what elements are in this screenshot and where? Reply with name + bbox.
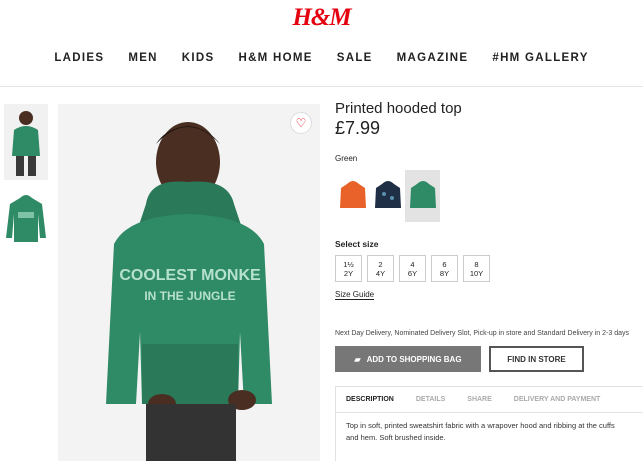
select-size-label: Select size	[335, 239, 379, 249]
swatch-orange[interactable]	[335, 170, 370, 222]
product-title: Printed hooded top	[335, 100, 462, 117]
thumbnail-product[interactable]	[4, 192, 48, 252]
product-price: £7.99	[335, 118, 381, 138]
nav-ladies[interactable]: LADIES	[54, 52, 104, 64]
size-guide-link[interactable]: Size Guide	[335, 290, 375, 300]
tab-description[interactable]: DESCRIPTION	[346, 396, 394, 403]
color-swatches	[335, 170, 440, 222]
product-info: Printed hooded top £7.99	[335, 100, 643, 139]
hoodie-print-line1: COOLEST MONKE	[119, 267, 261, 284]
delivery-info: Next Day Delivery, Nominated Delivery Sl…	[335, 330, 629, 337]
swatch-green[interactable]	[405, 170, 440, 222]
header-divider	[0, 86, 643, 87]
nav-magazine[interactable]: MAGAZINE	[397, 52, 469, 64]
tab-details[interactable]: DETAILS	[416, 396, 445, 403]
product-description: Top in soft, printed sweatshirt fabric w…	[346, 421, 615, 442]
size-options: 1½ 2Y 2 4Y 4 6Y 6 8Y 8 10Y	[335, 255, 495, 282]
nav-sale[interactable]: SALE	[337, 52, 373, 64]
thumbnail-model[interactable]	[4, 104, 48, 180]
add-to-bag-button[interactable]: ▰ ADD TO SHOPPING BAG	[335, 346, 481, 372]
favourite-heart-icon[interactable]: ♡	[290, 112, 312, 134]
size-option[interactable]: 2 4Y	[367, 255, 394, 282]
product-tabs: DESCRIPTION DETAILS SHARE DELIVERY AND P…	[335, 386, 643, 461]
shopping-bag-icon: ▰	[354, 354, 361, 364]
size-option[interactable]: 6 8Y	[431, 255, 458, 282]
selected-color-label: Green	[335, 154, 358, 163]
nav-hm-gallery[interactable]: #HM GALLERY	[492, 52, 588, 64]
hoodie-print-line2: IN THE JUNGLE	[144, 289, 235, 303]
product-photo: COOLEST MONKE IN THE JUNGLE ♡	[58, 104, 320, 461]
main-nav: LADIES MEN KIDS H&M HOME SALE MAGAZINE #…	[0, 52, 643, 64]
hm-logo[interactable]: H&M	[0, 4, 643, 32]
nav-men[interactable]: MEN	[128, 52, 157, 64]
tab-delivery-payment[interactable]: DELIVERY AND PAYMENT	[514, 396, 600, 403]
swatch-navy[interactable]	[370, 170, 405, 222]
thumbnail-list	[4, 104, 48, 264]
nav-hm-home[interactable]: H&M HOME	[238, 52, 312, 64]
find-in-store-button[interactable]: FIND IN STORE	[489, 346, 584, 372]
size-option[interactable]: 4 6Y	[399, 255, 426, 282]
nav-kids[interactable]: KIDS	[182, 52, 215, 64]
size-option[interactable]: 8 10Y	[463, 255, 490, 282]
size-option[interactable]: 1½ 2Y	[335, 255, 362, 282]
tab-share[interactable]: SHARE	[467, 396, 492, 403]
